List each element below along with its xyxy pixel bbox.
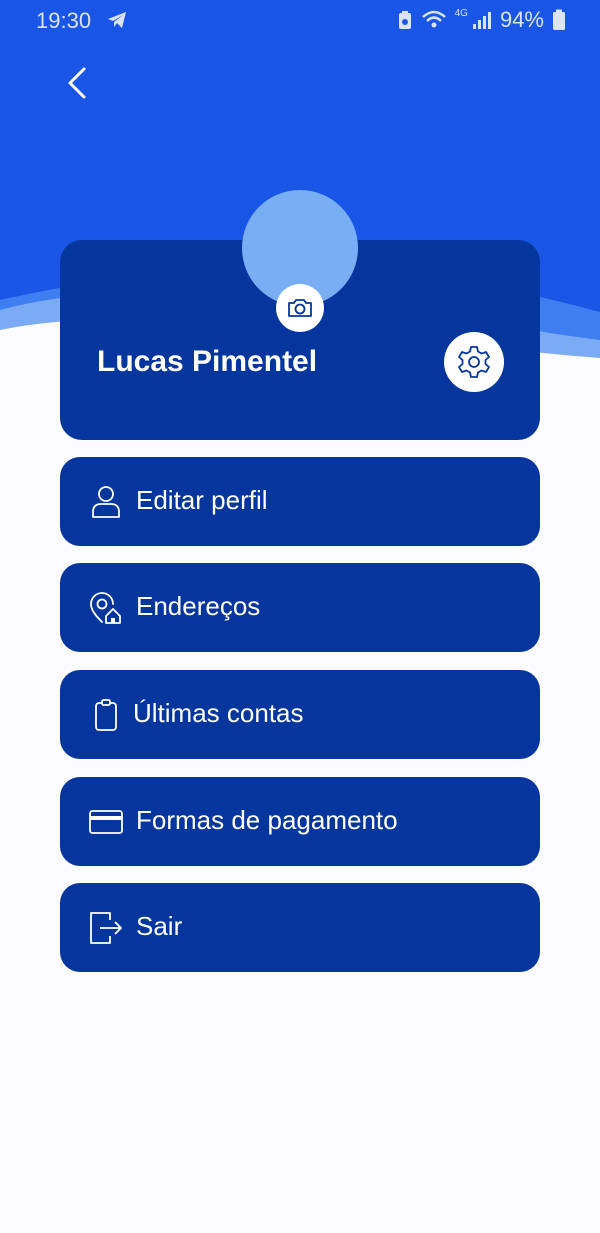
change-photo-button[interactable] [276, 284, 324, 332]
signal-icon [472, 10, 492, 30]
menu-item-editar-perfil[interactable]: Editar perfil [60, 457, 540, 546]
person-icon [88, 484, 124, 520]
battery-saver-icon [397, 10, 413, 30]
menu-item-label: Formas de pagamento [136, 805, 398, 835]
menu-item-label: Sair [136, 911, 183, 941]
menu-item-label: Últimas contas [133, 698, 304, 728]
network-type: 4G [454, 7, 468, 19]
status-time: 19:30 [36, 8, 92, 33]
menu-item-ultimas-contas[interactable]: Últimas contas [60, 670, 540, 759]
camera-icon [288, 299, 312, 317]
profile-name: Lucas Pimentel [97, 345, 318, 378]
wifi-icon [421, 9, 447, 31]
location-home-icon [88, 590, 124, 626]
chevron-left-icon [68, 67, 86, 99]
back-button[interactable] [52, 58, 102, 108]
menu-item-enderecos[interactable]: Endereços [60, 563, 540, 652]
battery-icon [552, 9, 566, 31]
clipboard-icon [88, 697, 124, 733]
status-bar: 19:30 4G 94% [0, 0, 600, 40]
menu-item-label: Endereços [136, 591, 261, 621]
gear-icon [458, 346, 490, 378]
logout-icon [88, 910, 124, 946]
menu-item-sair[interactable]: Sair [60, 883, 540, 972]
menu-item-formas-de-pagamento[interactable]: Formas de pagamento [60, 777, 540, 866]
battery-percent: 94% [499, 7, 544, 32]
status-icons: 4G 94% [397, 7, 566, 33]
settings-button[interactable] [444, 332, 504, 392]
telegram-icon [106, 9, 128, 37]
credit-card-icon [88, 804, 124, 840]
menu-item-label: Editar perfil [136, 485, 268, 515]
